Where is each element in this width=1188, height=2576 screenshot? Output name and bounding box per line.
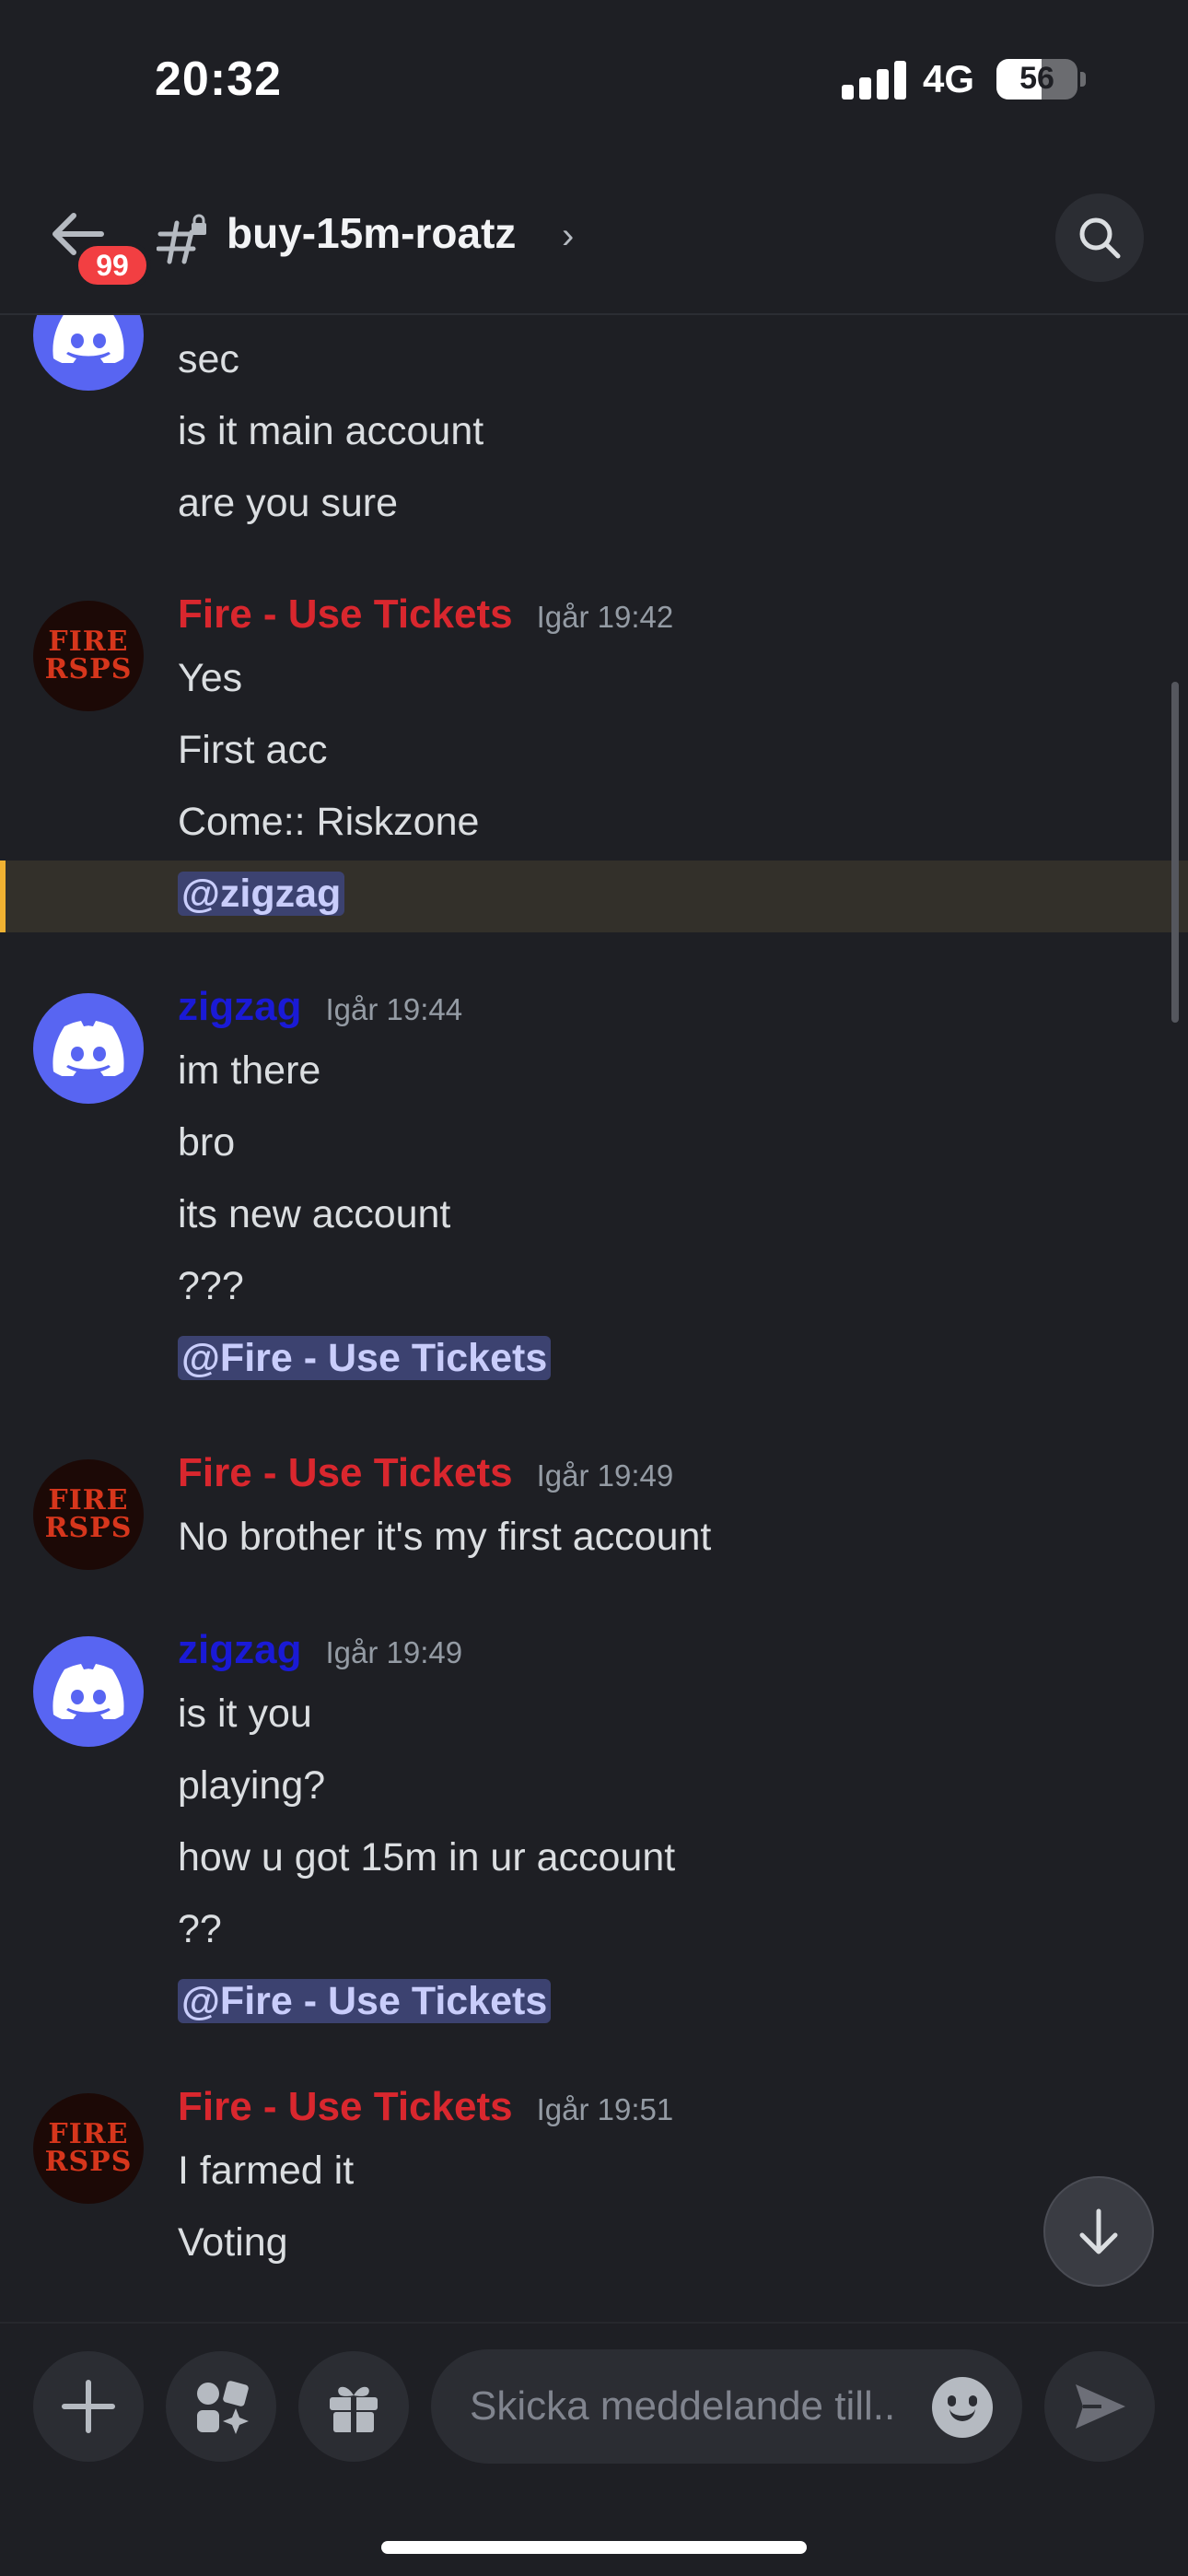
author-name[interactable]: zigzag (178, 984, 301, 1030)
author-name[interactable]: Fire - Use Tickets (178, 591, 513, 638)
locked-channel-icon (157, 214, 206, 264)
message-text: No brother it's my first account (178, 1515, 712, 1559)
message-header: zigzag Igår 19:49 (178, 1627, 462, 1682)
battery-icon: 56 (996, 59, 1077, 100)
message-text: ?? (178, 1907, 222, 1951)
user-mention[interactable]: @zigzag (178, 872, 345, 916)
timestamp: Igår 19:49 (325, 1635, 463, 1669)
user-mention[interactable]: @Fire - Use Tickets (178, 1336, 552, 1380)
message-text: @Fire - Use Tickets (178, 1330, 552, 1386)
status-time: 20:32 (155, 53, 282, 106)
battery-tip (1080, 72, 1086, 87)
message-header: Fire - Use Tickets Igår 19:42 (178, 591, 673, 647)
message-text: Yes (178, 656, 243, 700)
avatar-text: FIRE (48, 626, 129, 658)
emoji-icon[interactable] (932, 2377, 993, 2438)
message-header: Fire - Use Tickets Igår 19:51 (178, 2084, 673, 2139)
search-icon (1079, 217, 1121, 259)
message-text: playing? (178, 1763, 326, 1808)
scrollbar[interactable] (1171, 682, 1179, 1023)
message-text: im there (178, 1048, 321, 1093)
message-text: I farmed it (178, 2149, 355, 2193)
message-text: sec (178, 337, 239, 381)
avatar[interactable]: FIRE RSPS (33, 2093, 144, 2204)
message-text: @Fire - Use Tickets (178, 1973, 552, 2029)
gift-icon (330, 2386, 378, 2434)
message-text: bro (178, 1120, 236, 1165)
jump-to-bottom-button[interactable] (1043, 2176, 1154, 2287)
user-mention[interactable]: @Fire - Use Tickets (178, 1979, 552, 2023)
add-attachment-button[interactable] (33, 2351, 144, 2462)
avatar-text: RSPS (44, 2146, 133, 2178)
discord-logo-icon (52, 1021, 124, 1076)
unread-badge: 99 (74, 241, 151, 289)
avatar-text: RSPS (44, 1512, 133, 1544)
network-type: 4G (923, 57, 975, 100)
timestamp: Igår 19:42 (536, 600, 674, 634)
message-composer (0, 2322, 1188, 2576)
message-list[interactable]: sec is it main account are you sure FIRE… (0, 315, 1188, 2322)
message-input-container (431, 2349, 1022, 2464)
search-button[interactable] (1055, 193, 1144, 282)
message-text: Come:: Riskzone (178, 800, 480, 844)
battery-percent: 56 (1019, 61, 1054, 96)
avatar[interactable]: FIRE RSPS (33, 601, 144, 711)
message-text: @zigzag (178, 866, 345, 921)
author-name[interactable]: Fire - Use Tickets (178, 2084, 513, 2130)
cellular-signal-icon (842, 61, 906, 100)
apps-button[interactable] (166, 2351, 276, 2462)
message-text: its new account (178, 1192, 451, 1236)
send-icon (1076, 2384, 1125, 2429)
send-button[interactable] (1044, 2351, 1155, 2462)
timestamp: Igår 19:44 (325, 992, 463, 1026)
avatar[interactable] (33, 993, 144, 1104)
author-name[interactable]: Fire - Use Tickets (178, 1450, 513, 1496)
plus-icon (62, 2380, 115, 2433)
chevron-right-icon[interactable]: › (562, 216, 574, 257)
message-text: ??? (178, 1264, 244, 1308)
apps-icon (197, 2381, 249, 2434)
discord-channel-screen: 20:32 4G 56 99 buy-15m-roatz › sec is it… (0, 0, 1188, 2576)
avatar-text: FIRE (48, 1484, 129, 1516)
channel-header: 99 buy-15m-roatz › (0, 157, 1188, 315)
message-text: how u got 15m in ur account (178, 1835, 676, 1879)
avatar[interactable] (33, 315, 144, 391)
message-text: is it you (178, 1692, 312, 1736)
timestamp: Igår 19:51 (536, 2092, 674, 2126)
message-text: Voting (178, 2220, 288, 2265)
avatar[interactable]: FIRE RSPS (33, 1459, 144, 1570)
message-header: zigzag Igår 19:44 (178, 984, 462, 1039)
message-header: Fire - Use Tickets Igår 19:49 (178, 1450, 673, 1505)
message-text: are you sure (178, 481, 399, 525)
message-input[interactable] (470, 2349, 930, 2464)
avatar-text: RSPS (44, 653, 133, 685)
message-text: is it main account (178, 409, 484, 453)
arrow-down-icon (1079, 2208, 1118, 2254)
discord-logo-icon (52, 1664, 124, 1719)
gift-button[interactable] (298, 2351, 409, 2462)
timestamp: Igår 19:49 (536, 1458, 674, 1493)
message-text: First acc (178, 728, 328, 772)
avatar[interactable] (33, 1636, 144, 1747)
author-name[interactable]: zigzag (178, 1627, 301, 1673)
discord-logo-icon (52, 315, 124, 363)
status-bar: 20:32 4G 56 (0, 0, 1188, 157)
avatar-text: FIRE (48, 2118, 129, 2150)
channel-name[interactable]: buy-15m-roatz (227, 208, 516, 258)
home-indicator[interactable] (381, 2541, 807, 2554)
